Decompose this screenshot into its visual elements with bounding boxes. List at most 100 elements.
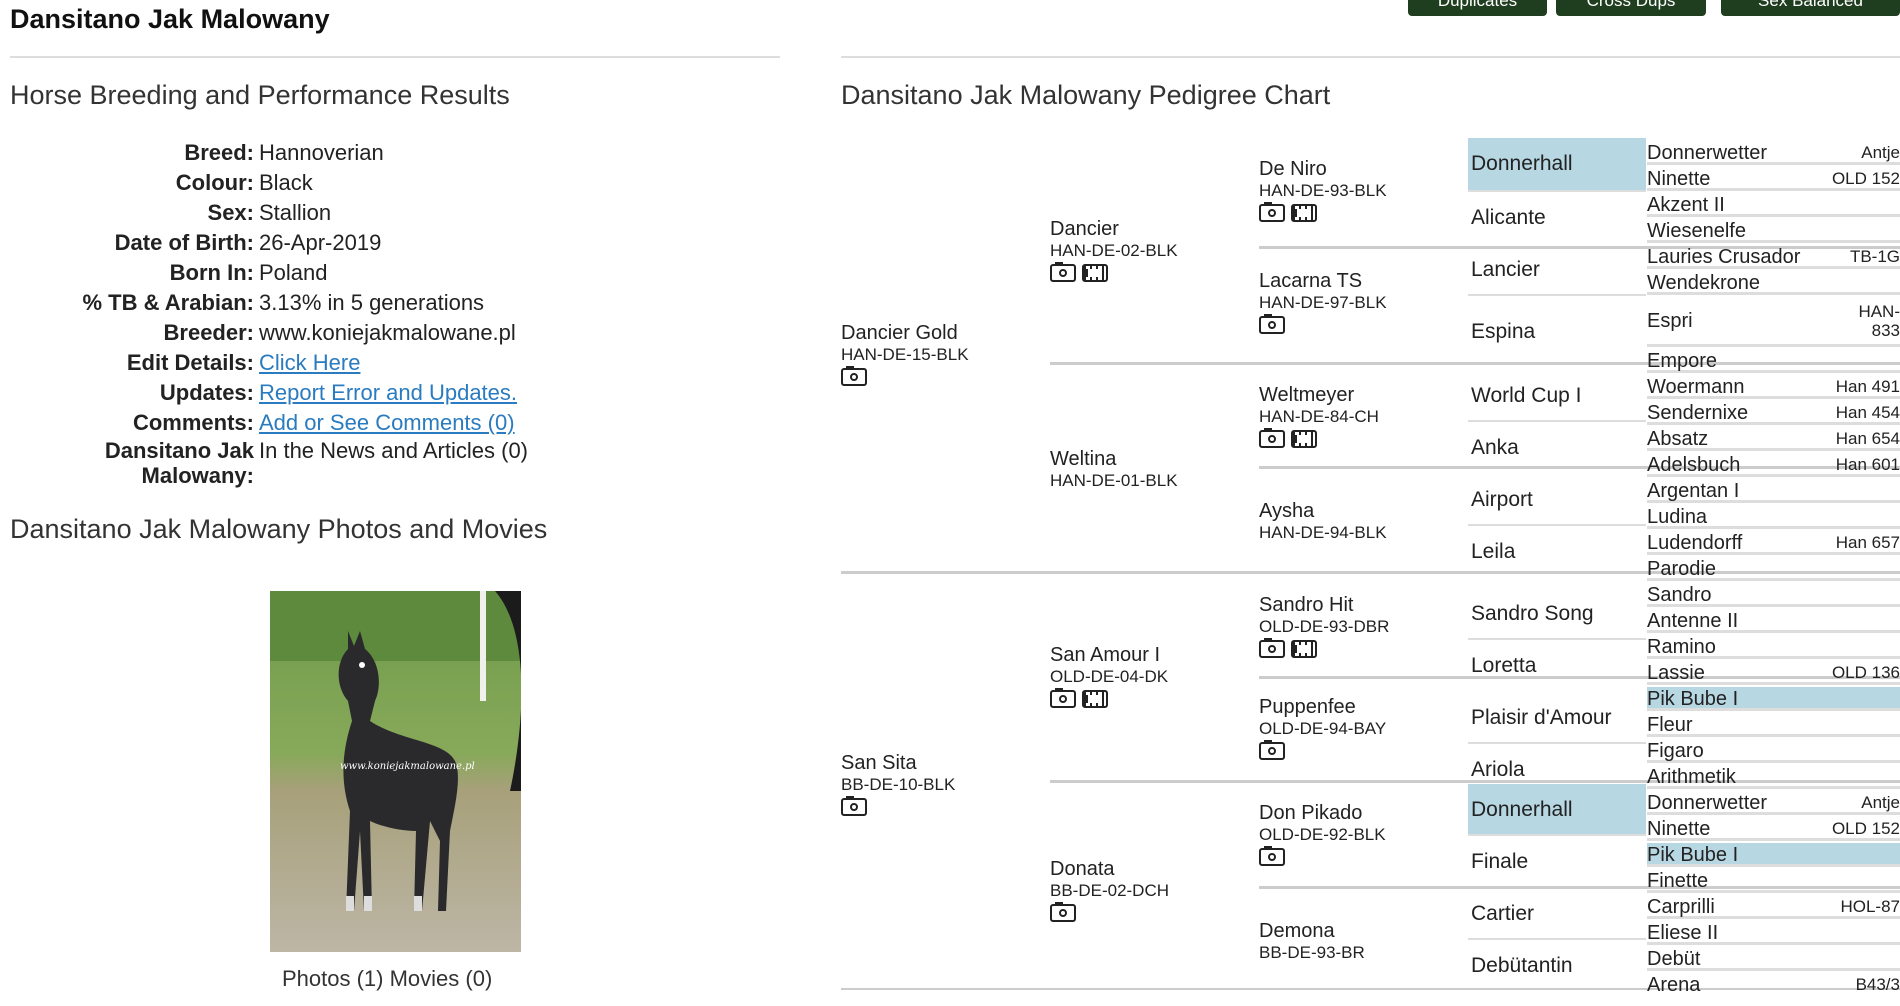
pedigree-gen5[interactable]: Sendernixe Han 454 [1647, 401, 1900, 425]
pedigree-sire[interactable]: Dancier Gold HAN-DE-15-BLK [841, 322, 969, 386]
horse-name[interactable]: Sandro Hit [1259, 594, 1389, 617]
pedigree-gen5[interactable]: Akzent II [1647, 193, 1900, 217]
horse-name[interactable]: Ariola [1468, 758, 1525, 782]
camera-icon[interactable] [1050, 262, 1076, 282]
pedigree-gen5[interactable]: Woermann Han 491 [1647, 375, 1900, 399]
horse-name[interactable]: Absatz [1647, 427, 1708, 450]
pedigree-gen5[interactable]: Eliese II [1647, 921, 1900, 945]
horse-name[interactable]: Ramino [1647, 635, 1716, 658]
horse-name[interactable]: Lancier [1468, 258, 1540, 282]
horse-name[interactable]: Puppenfee [1259, 696, 1386, 719]
horse-name[interactable]: San Sita [841, 752, 955, 775]
pedigree-gen5[interactable]: Lauries Crusador TB-1G [1647, 245, 1900, 269]
pedigree-gen5[interactable]: Ninette OLD 152 [1647, 817, 1900, 841]
pedigree-gen5[interactable]: Arena B43/3 [1647, 973, 1900, 997]
horse-name[interactable]: Finale [1468, 850, 1528, 874]
camera-icon[interactable] [1259, 314, 1285, 334]
edit-details-link[interactable]: Click Here [259, 348, 360, 378]
pedigree-gen3[interactable]: Don Pikado OLD-DE-92-BLK [1259, 802, 1386, 866]
pedigree-gen5[interactable]: Figaro [1647, 739, 1900, 763]
pedigree-gen2[interactable]: San Amour I OLD-DE-04-DK [1050, 644, 1168, 708]
horse-name[interactable]: Donnerwetter [1647, 141, 1767, 164]
horse-name[interactable]: Loretta [1468, 654, 1536, 678]
horse-name[interactable]: Fleur [1647, 713, 1693, 736]
pedigree-gen5[interactable]: Ludina [1647, 505, 1900, 529]
horse-name[interactable]: Alicante [1468, 206, 1546, 230]
horse-name[interactable]: Lacarna TS [1259, 270, 1387, 293]
pedigree-gen5[interactable]: Arithmetik [1647, 765, 1900, 789]
horse-name[interactable]: Donnerhall [1468, 798, 1573, 822]
horse-name[interactable]: Sendernixe [1647, 401, 1748, 424]
pedigree-gen5[interactable]: Sandro [1647, 583, 1900, 607]
camera-icon[interactable] [1050, 902, 1076, 922]
horse-name[interactable]: Debüt [1647, 947, 1700, 970]
pedigree-gen2[interactable]: Weltina HAN-DE-01-BLK [1050, 448, 1178, 491]
sex-balanced-button[interactable]: Sex Balanced [1721, 0, 1900, 16]
pedigree-gen3[interactable]: Lacarna TS HAN-DE-97-BLK [1259, 270, 1387, 334]
horse-name[interactable]: Debütantin [1468, 954, 1573, 978]
horse-name[interactable]: Parodie [1647, 557, 1716, 580]
camera-icon[interactable] [841, 366, 867, 386]
horse-name[interactable]: Aysha [1259, 500, 1387, 523]
horse-name[interactable]: Woermann [1647, 375, 1744, 398]
pedigree-gen5[interactable]: Donnerwetter Antje [1647, 791, 1900, 815]
pedigree-gen5[interactable]: Espri HAN-833 [1647, 297, 1900, 347]
pedigree-gen5[interactable]: Carprilli HOL-87 [1647, 895, 1900, 919]
pedigree-gen4[interactable]: Debütantin [1468, 940, 1646, 992]
pedigree-gen3[interactable]: Demona BB-DE-93-BR [1259, 920, 1365, 963]
film-icon[interactable] [1291, 640, 1317, 658]
camera-icon[interactable] [1259, 428, 1285, 448]
pedigree-gen4[interactable]: Donnerhall [1468, 138, 1646, 190]
pedigree-gen2[interactable]: Dancier HAN-DE-02-BLK [1050, 218, 1178, 282]
horse-name[interactable]: Weltmeyer [1259, 384, 1379, 407]
horse-name[interactable]: De Niro [1259, 158, 1387, 181]
horse-name[interactable]: Ninette [1647, 817, 1710, 840]
pedigree-gen5[interactable]: Wiesenelfe [1647, 219, 1900, 243]
horse-name[interactable]: Arithmetik [1647, 765, 1736, 788]
horse-name[interactable]: Donata [1050, 858, 1169, 881]
comments-link[interactable]: Add or See Comments (0) [259, 408, 515, 438]
pedigree-gen5[interactable]: Adelsbuch Han 601 [1647, 453, 1900, 477]
pedigree-gen5[interactable]: Parodie [1647, 557, 1900, 581]
film-icon[interactable] [1082, 690, 1108, 708]
pedigree-gen4[interactable]: Finale [1468, 836, 1646, 888]
cross-dups-button[interactable]: Cross Dups [1556, 0, 1706, 16]
horse-name[interactable]: Donnerwetter [1647, 791, 1767, 814]
camera-icon[interactable] [1259, 638, 1285, 658]
horse-photo[interactable]: www.koniejakmalowane.pl [270, 591, 521, 952]
horse-name[interactable]: Plaisir d'Amour [1468, 706, 1612, 730]
pedigree-gen4[interactable]: Espina [1468, 306, 1646, 358]
horse-name[interactable]: Lauries Crusador [1647, 245, 1800, 268]
horse-name[interactable]: Weltina [1050, 448, 1178, 471]
horse-name[interactable]: Carprilli [1647, 895, 1715, 918]
horse-name[interactable]: Dancier [1050, 218, 1178, 241]
pedigree-gen5[interactable]: Ninette OLD 152 [1647, 167, 1900, 191]
pedigree-gen5[interactable]: Ludendorff Han 657 [1647, 531, 1900, 555]
horse-name[interactable]: Sandro [1647, 583, 1712, 606]
pedigree-gen5[interactable]: Donnerwetter Antje [1647, 141, 1900, 165]
horse-name[interactable]: Sandro Song [1468, 602, 1594, 626]
horse-name[interactable]: Eliese II [1647, 921, 1718, 944]
pedigree-gen5[interactable]: Debüt [1647, 947, 1900, 971]
pedigree-gen5[interactable]: Absatz Han 654 [1647, 427, 1900, 451]
horse-name[interactable]: Adelsbuch [1647, 453, 1740, 476]
horse-name[interactable]: Finette [1647, 869, 1708, 892]
report-error-link[interactable]: Report Error and Updates. [259, 378, 517, 408]
horse-name[interactable]: Wendekrone [1647, 271, 1760, 294]
horse-name[interactable]: Pik Bube I [1647, 687, 1738, 710]
pedigree-gen5[interactable]: Empore [1647, 349, 1900, 373]
pedigree-gen5[interactable]: Wendekrone [1647, 271, 1900, 295]
pedigree-gen4[interactable]: Leila [1468, 526, 1646, 578]
camera-icon[interactable] [841, 796, 867, 816]
pedigree-gen4[interactable]: Cartier [1468, 888, 1646, 940]
camera-icon[interactable] [1259, 740, 1285, 760]
horse-name[interactable]: Ninette [1647, 167, 1710, 190]
pedigree-gen4[interactable]: Alicante [1468, 192, 1646, 244]
pedigree-gen4[interactable]: Airport [1468, 474, 1646, 526]
horse-name[interactable]: Ludina [1647, 505, 1707, 528]
horse-name[interactable]: Antenne II [1647, 609, 1738, 632]
pedigree-gen3[interactable]: Sandro Hit OLD-DE-93-DBR [1259, 594, 1389, 658]
horse-name[interactable]: Airport [1468, 488, 1533, 512]
horse-name[interactable]: Cartier [1468, 902, 1534, 926]
horse-name[interactable]: Akzent II [1647, 193, 1725, 216]
